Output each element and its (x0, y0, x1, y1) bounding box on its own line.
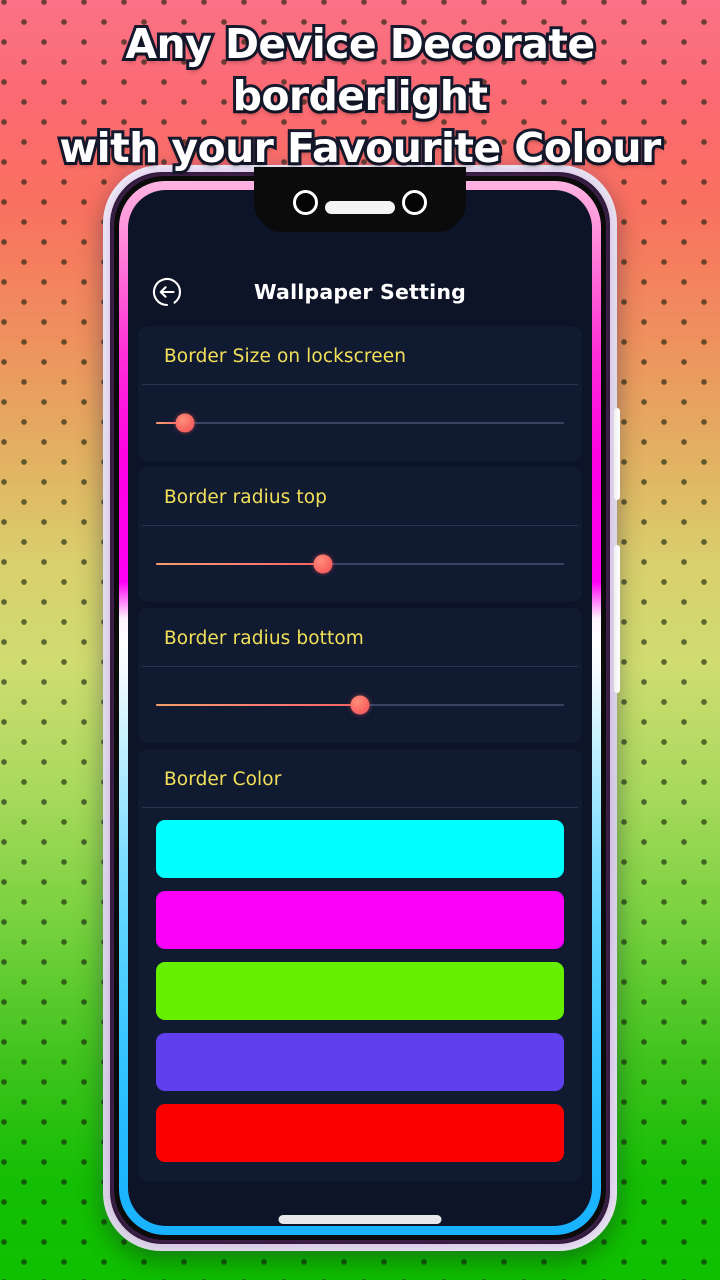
slider-radius-bottom[interactable] (138, 667, 582, 743)
setting-card-radius-bottom: Border radius bottom (138, 608, 582, 743)
app-screen: Wallpaper Setting Border Size on lockscr… (128, 190, 592, 1226)
back-arrow-circle-icon[interactable] (150, 275, 184, 309)
color-swatch-red[interactable] (156, 1104, 564, 1162)
slider-thumb[interactable] (175, 413, 195, 433)
earpiece-speaker-icon (325, 201, 395, 214)
speaker-grille (278, 1215, 442, 1224)
slider-fill (156, 703, 360, 706)
headline-line-2: with your Favourite Colour (56, 121, 664, 175)
phone-mockup: Wallpaper Setting Border Size on lockscr… (103, 165, 620, 1251)
setting-card-border-size: Border Size on lockscreen (138, 326, 582, 461)
setting-label: Border radius bottom (164, 628, 364, 649)
headline-line-1: Any Device Decorate borderlight (122, 17, 598, 123)
front-camera-secondary-icon (402, 190, 427, 215)
color-swatch-green[interactable] (156, 962, 564, 1020)
slider-fill (156, 562, 324, 565)
front-camera-icon (293, 190, 318, 215)
app-header: Wallpaper Setting (128, 266, 592, 318)
phone-notch (254, 167, 466, 229)
slider-radius-top[interactable] (138, 526, 582, 602)
setting-card-border-color: Border Color (138, 749, 582, 1181)
page-title: Wallpaper Setting (253, 280, 467, 304)
setting-label: Border Color (164, 769, 282, 790)
slider-track (156, 421, 564, 424)
color-swatch-magenta[interactable] (156, 891, 564, 949)
color-swatch-cyan[interactable] (156, 820, 564, 878)
slider-border-size[interactable] (138, 385, 582, 461)
slider-thumb[interactable] (350, 695, 370, 715)
setting-label: Border radius top (164, 487, 327, 508)
power-button[interactable] (614, 545, 620, 693)
setting-label: Border Size on lockscreen (164, 346, 407, 367)
promo-headline: Any Device Decorate borderlight with you… (0, 17, 720, 175)
slider-thumb[interactable] (313, 554, 333, 574)
settings-list: Border Size on lockscreen Border radius … (128, 326, 592, 1226)
color-swatch-list (138, 808, 582, 1181)
color-swatch-purple-blue[interactable] (156, 1033, 564, 1091)
volume-button[interactable] (614, 408, 620, 500)
setting-card-radius-top: Border radius top (138, 467, 582, 602)
